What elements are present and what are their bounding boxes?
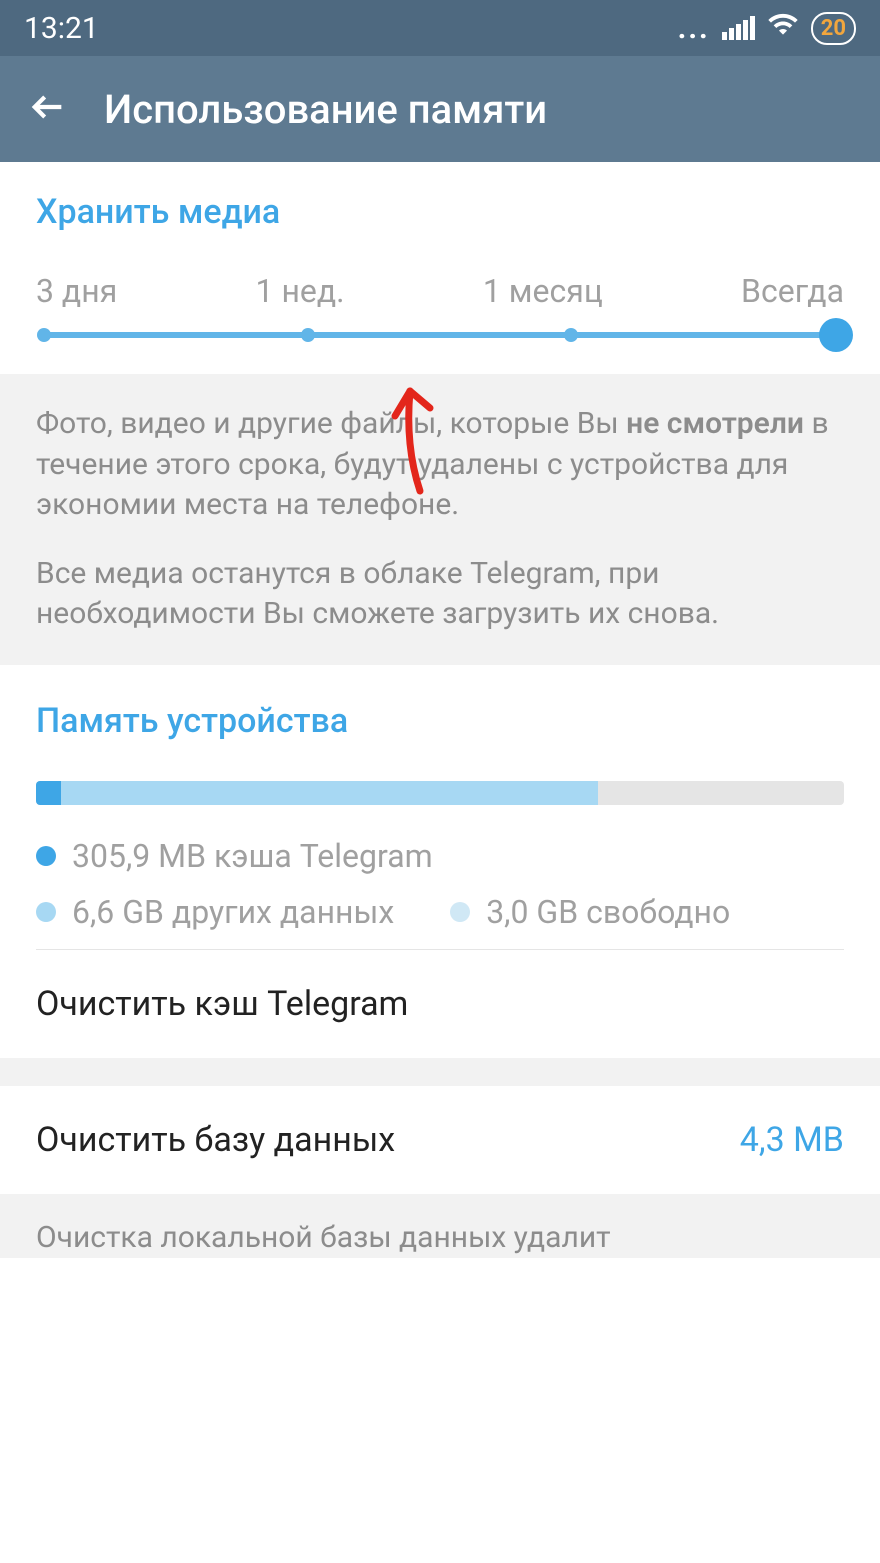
slider-stop-icon xyxy=(564,328,578,342)
keep-media-slider[interactable] xyxy=(44,332,836,338)
status-time: 13:21 xyxy=(24,11,99,46)
slider-option-3: Всегда xyxy=(741,272,844,310)
clear-db-info: Очистка локальной базы данных удалит xyxy=(0,1194,880,1259)
legend-other: 6,6 GB других данных xyxy=(36,893,394,931)
legend-free: 3,0 GB свободно xyxy=(450,893,730,931)
keep-media-title: Хранить медиа xyxy=(36,192,844,232)
slider-option-0: 3 дня xyxy=(36,272,117,310)
keep-media-info: Фото, видео и другие файлы, которые Вы н… xyxy=(0,374,880,665)
legend-row-1: 305,9 MB кэша Telegram xyxy=(36,837,844,875)
legend-row-2: 6,6 GB других данных 3,0 GB свободно xyxy=(36,893,844,931)
wifi-icon xyxy=(767,8,799,48)
legend-other-label: 6,6 GB других данных xyxy=(72,893,394,931)
app-bar: Использование памяти xyxy=(0,56,880,162)
slider-option-2: 1 месяц xyxy=(483,272,603,310)
usage-segment-cache xyxy=(36,781,61,805)
info-paragraph-1: Фото, видео и другие файлы, которые Вы н… xyxy=(36,404,844,526)
clear-db-label: Очистить базу данных xyxy=(36,1120,395,1160)
status-icons: ... 20 xyxy=(678,8,856,48)
status-bar: 13:21 ... 20 xyxy=(0,0,880,56)
signal-icon xyxy=(722,16,755,40)
legend-cache: 305,9 MB кэша Telegram xyxy=(36,837,433,875)
network-dots-icon: ... xyxy=(678,11,710,46)
section-gap xyxy=(0,1058,880,1086)
back-button[interactable] xyxy=(28,87,68,131)
clear-cache-label: Очистить кэш Telegram xyxy=(36,984,408,1024)
slider-stop-icon xyxy=(37,328,51,342)
legend-free-label: 3,0 GB свободно xyxy=(486,893,730,931)
slider-thumb[interactable] xyxy=(819,318,853,352)
slider-option-1: 1 нед. xyxy=(256,272,345,310)
legend-dot-icon xyxy=(36,902,56,922)
keep-media-section: Хранить медиа 3 дня 1 нед. 1 месяц Всегд… xyxy=(0,162,880,374)
legend-dot-icon xyxy=(450,902,470,922)
legend-cache-label: 305,9 MB кэша Telegram xyxy=(72,837,433,875)
clear-db-value: 4,3 MB xyxy=(740,1120,844,1160)
battery-icon: 20 xyxy=(811,12,856,45)
clear-db-info-text: Очистка локальной базы данных удалит xyxy=(36,1218,844,1259)
storage-usage-bar xyxy=(36,781,844,805)
device-storage-section: Память устройства 305,9 MB кэша Telegram… xyxy=(0,665,880,950)
legend-dot-icon xyxy=(36,846,56,866)
slider-stop-icon xyxy=(301,328,315,342)
clear-cache-button[interactable]: Очистить кэш Telegram xyxy=(0,950,880,1058)
info-paragraph-2: Все медиа останутся в облаке Telegram, п… xyxy=(36,554,844,635)
page-title: Использование памяти xyxy=(104,86,547,133)
slider-labels: 3 дня 1 нед. 1 месяц Всегда xyxy=(36,272,844,310)
device-storage-title: Память устройства xyxy=(36,701,844,741)
clear-db-button[interactable]: Очистить базу данных 4,3 MB xyxy=(0,1086,880,1194)
usage-segment-other xyxy=(61,781,598,805)
